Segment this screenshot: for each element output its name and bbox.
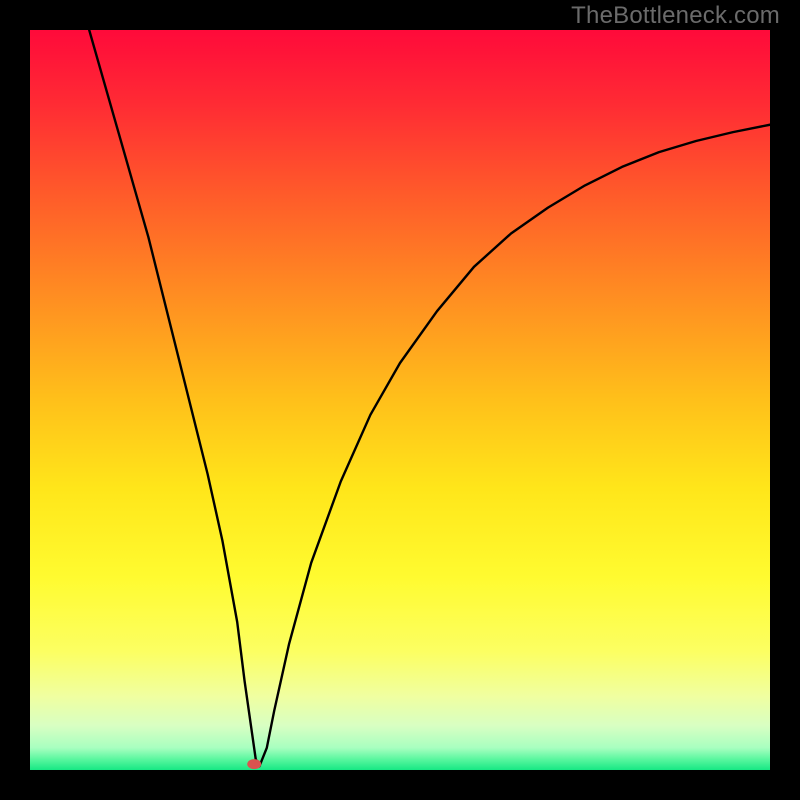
watermark-text: TheBottleneck.com <box>571 2 780 30</box>
plot-area <box>30 30 770 770</box>
chart-svg <box>30 30 770 770</box>
chart-frame: TheBottleneck.com <box>0 0 800 800</box>
gradient-background <box>30 30 770 770</box>
optimum-marker <box>247 759 261 769</box>
